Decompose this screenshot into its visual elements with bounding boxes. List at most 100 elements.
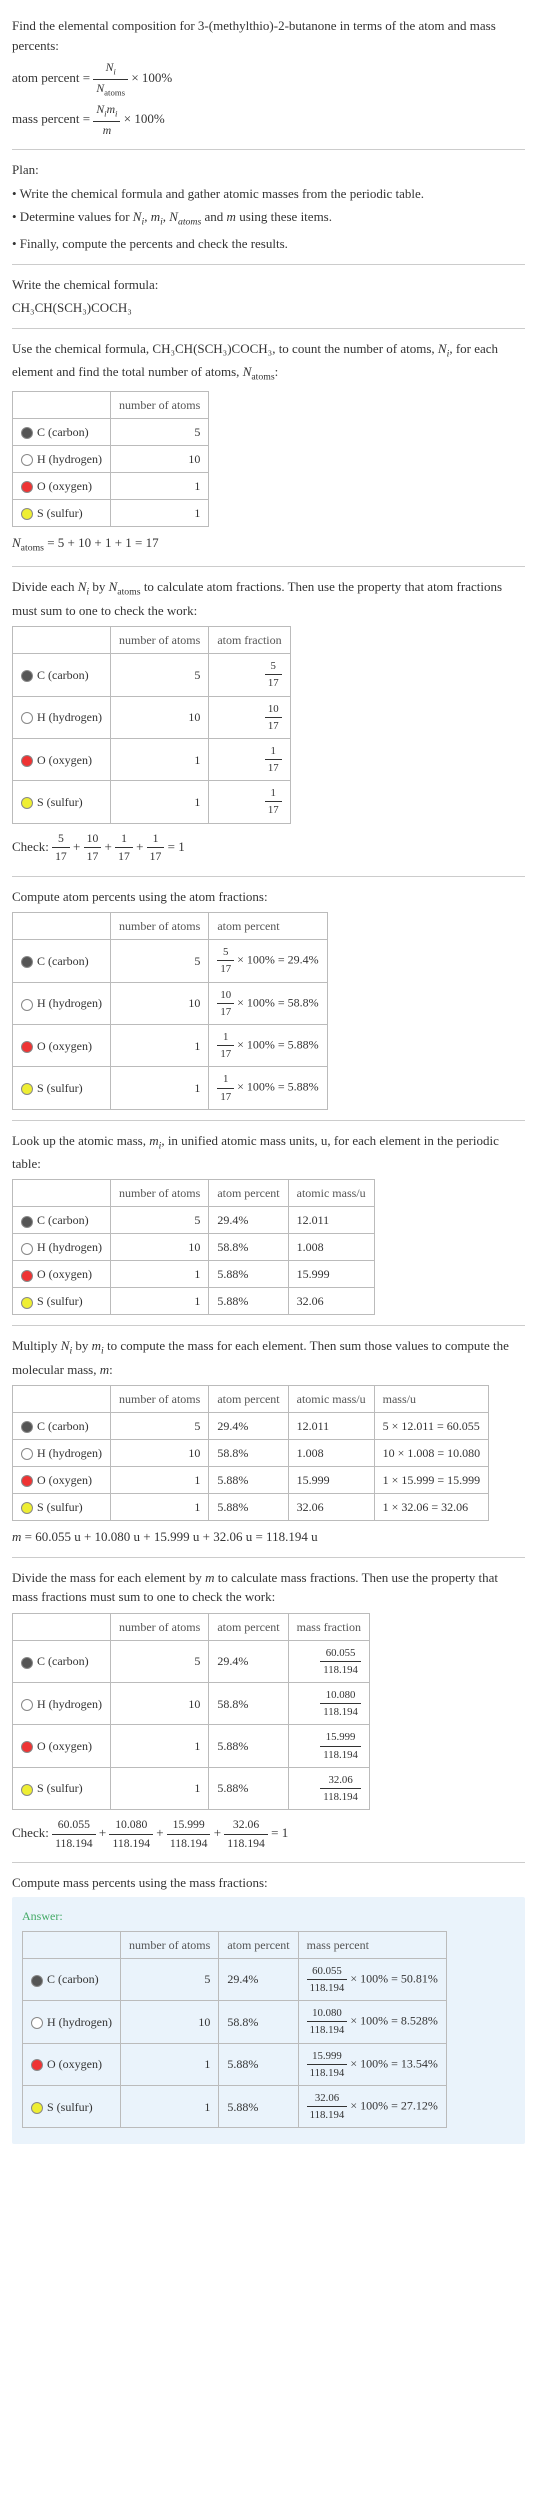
hydrogen-swatch-icon xyxy=(21,1699,33,1711)
table-row: O (oxygen)1117 × 100% = 5.88% xyxy=(13,1024,328,1066)
atom-fraction-check: Check: 517 + 1017 + 117 + 117 = 1 xyxy=(12,830,525,866)
col-mass: mass/u xyxy=(374,1386,489,1413)
hydrogen-swatch-icon xyxy=(21,454,33,466)
problem-statement: Find the elemental composition for 3-(me… xyxy=(12,16,525,55)
divider xyxy=(12,876,525,877)
table-header-row: number of atoms atom percent mass fracti… xyxy=(13,1613,370,1640)
table-row: O (oxygen)15.88%15.999118.194 xyxy=(13,1725,370,1767)
plan-bullet-1: • Write the chemical formula and gather … xyxy=(12,184,525,204)
sulfur-swatch-icon xyxy=(21,1297,33,1309)
atomic-mass-intro: Look up the atomic mass, mi, in unified … xyxy=(12,1131,525,1174)
table-row: S (sulfur)15.88%32.06118.194 × 100% = 27… xyxy=(23,2085,447,2127)
divider xyxy=(12,1325,525,1326)
hydrogen-swatch-icon xyxy=(21,1243,33,1255)
col-atom-percent: atom percent xyxy=(209,1386,288,1413)
table-row: H (hydrogen)101017 xyxy=(13,696,291,738)
table-row: O (oxygen)15.88%15.9991 × 15.999 = 15.99… xyxy=(13,1467,489,1494)
table-header-row: number of atoms atom fraction xyxy=(13,627,291,654)
hydrogen-swatch-icon xyxy=(21,1448,33,1460)
atom-percent-table: number of atoms atom percent C (carbon)5… xyxy=(12,912,328,1110)
sulfur-swatch-icon xyxy=(31,2102,43,2114)
plan-heading: Plan: xyxy=(12,160,525,180)
sulfur-swatch-icon xyxy=(21,1784,33,1796)
mass-fraction-intro: Divide the mass for each element by m to… xyxy=(12,1568,525,1607)
table-row: C (carbon)529.4%60.055118.194 xyxy=(13,1640,370,1682)
atomic-mass-table: number of atoms atom percent atomic mass… xyxy=(12,1179,375,1315)
molecular-mass-total: m = 60.055 u + 10.080 u + 15.999 u + 32.… xyxy=(12,1527,525,1547)
divider xyxy=(12,566,525,567)
divider xyxy=(12,1120,525,1121)
table-row: O (oxygen)15.88%15.999 xyxy=(13,1261,375,1288)
answer-table: number of atoms atom percent mass percen… xyxy=(22,1931,447,2129)
atom-fraction-table: number of atoms atom fraction C (carbon)… xyxy=(12,626,291,824)
table-header-row: number of atoms atom percent xyxy=(13,913,328,940)
oxygen-swatch-icon xyxy=(21,481,33,493)
col-atom-percent: atom percent xyxy=(209,1613,288,1640)
carbon-swatch-icon xyxy=(21,427,33,439)
table-row: S (sulfur)1117 × 100% = 5.88% xyxy=(13,1067,328,1109)
oxygen-swatch-icon xyxy=(21,1741,33,1753)
oxygen-swatch-icon xyxy=(21,1475,33,1487)
table-row: O (oxygen)1 xyxy=(13,473,209,500)
oxygen-swatch-icon xyxy=(21,1270,33,1282)
plan-bullet-3: • Finally, compute the percents and chec… xyxy=(12,234,525,254)
table-row: S (sulfur)15.88%32.061 × 32.06 = 32.06 xyxy=(13,1494,489,1521)
table-row: H (hydrogen)10 xyxy=(13,446,209,473)
table-row: C (carbon)5517 xyxy=(13,654,291,696)
table-row: S (sulfur)1 xyxy=(13,500,209,527)
table-row: C (carbon)529.4%60.055118.194 × 100% = 5… xyxy=(23,1958,447,2000)
oxygen-swatch-icon xyxy=(31,2059,43,2071)
atom-count-table: number of atoms C (carbon)5 H (hydrogen)… xyxy=(12,391,209,527)
col-atom-percent: atom percent xyxy=(209,1180,288,1207)
sulfur-swatch-icon xyxy=(21,508,33,520)
table-header-row: number of atoms atom percent atomic mass… xyxy=(13,1386,489,1413)
table-row: O (oxygen)15.88%15.999118.194 × 100% = 1… xyxy=(23,2043,447,2085)
mass-table: number of atoms atom percent atomic mass… xyxy=(12,1385,489,1521)
col-atomic-mass: atomic mass/u xyxy=(288,1386,374,1413)
chemical-formula: CH₃CH(SCH₃)COCH₃ xyxy=(12,298,525,318)
table-row: C (carbon)5517 × 100% = 29.4% xyxy=(13,940,328,982)
col-number-of-atoms: number of atoms xyxy=(110,913,208,940)
col-atomic-mass: atomic mass/u xyxy=(288,1180,374,1207)
carbon-swatch-icon xyxy=(31,1975,43,1987)
col-number-of-atoms: number of atoms xyxy=(110,627,208,654)
col-number-of-atoms: number of atoms xyxy=(110,392,208,419)
col-number-of-atoms: number of atoms xyxy=(110,1180,208,1207)
natoms-total: Natoms = 5 + 10 + 1 + 1 = 17 xyxy=(12,533,525,556)
atom-percent-intro: Compute atom percents using the atom fra… xyxy=(12,887,525,907)
divider xyxy=(12,1862,525,1863)
sulfur-swatch-icon xyxy=(21,1083,33,1095)
sulfur-swatch-icon xyxy=(21,797,33,809)
table-row: C (carbon)529.4%12.011 xyxy=(13,1207,375,1234)
divider xyxy=(12,149,525,150)
divider xyxy=(12,1557,525,1558)
plan-bullet-2: • Determine values for Ni, mi, Natoms an… xyxy=(12,207,525,230)
table-row: H (hydrogen)1058.8%10.080118.194 × 100% … xyxy=(23,2001,447,2043)
write-formula-heading: Write the chemical formula: xyxy=(12,275,525,295)
atom-percent-definition: atom percent = NiNatoms × 100% xyxy=(12,59,525,99)
table-row: H (hydrogen)1058.8%1.00810 × 1.008 = 10.… xyxy=(13,1440,489,1467)
mass-percent-definition: mass percent = Nimim × 100% xyxy=(12,101,525,139)
col-number-of-atoms: number of atoms xyxy=(110,1386,208,1413)
divider xyxy=(12,264,525,265)
hydrogen-swatch-icon xyxy=(21,712,33,724)
carbon-swatch-icon xyxy=(21,1216,33,1228)
table-row: O (oxygen)1117 xyxy=(13,738,291,780)
carbon-swatch-icon xyxy=(21,1657,33,1669)
mass-fraction-table: number of atoms atom percent mass fracti… xyxy=(12,1613,370,1811)
col-atom-fraction: atom fraction xyxy=(209,627,290,654)
table-row: S (sulfur)15.88%32.06 xyxy=(13,1288,375,1315)
col-mass-fraction: mass fraction xyxy=(288,1613,369,1640)
table-row: H (hydrogen)1058.8%10.080118.194 xyxy=(13,1683,370,1725)
carbon-swatch-icon xyxy=(21,670,33,682)
table-header-row: number of atoms xyxy=(13,392,209,419)
table-row: H (hydrogen)101017 × 100% = 58.8% xyxy=(13,982,328,1024)
table-row: C (carbon)5 xyxy=(13,419,209,446)
oxygen-swatch-icon xyxy=(21,1041,33,1053)
col-atom-percent: atom percent xyxy=(219,1931,298,1958)
table-row: H (hydrogen)1058.8%1.008 xyxy=(13,1234,375,1261)
table-row: C (carbon)529.4%12.0115 × 12.011 = 60.05… xyxy=(13,1413,489,1440)
count-atoms-text: Use the chemical formula, CH₃CH(SCH₃)COC… xyxy=(12,339,525,385)
col-mass-percent: mass percent xyxy=(298,1931,446,1958)
atom-fractions-text: Divide each Ni by Natoms to calculate at… xyxy=(12,577,525,620)
